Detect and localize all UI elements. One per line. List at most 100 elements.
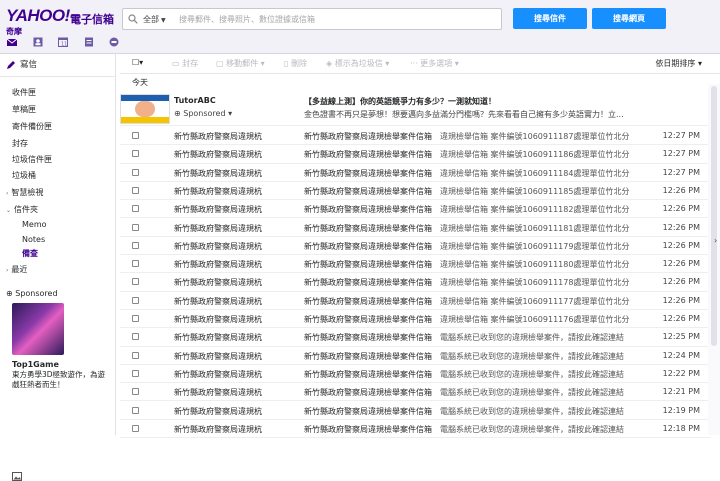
row-checkbox[interactable] (132, 132, 139, 139)
more-label: 更多選項 ▾ (420, 59, 459, 68)
sidebar-item-spam[interactable]: 垃圾信件匣 (12, 154, 52, 165)
delete-button[interactable]: ▯ 刪除 (284, 58, 307, 69)
sponsored-icon: ⊕ (6, 289, 16, 298)
row-time: 12:22 PM (662, 368, 700, 378)
row-subject: 新竹縣政府警察局違規檢舉案件信箱 (304, 406, 432, 416)
table-row[interactable]: 新竹縣政府警察局違規杭 新竹縣政府警察局違規檢舉案件信箱 違規檢舉信箱 案件編號10… (120, 219, 710, 237)
search-input[interactable] (179, 12, 495, 27)
table-row[interactable]: 新竹縣政府警察局違規杭 新竹縣政府警察局違規檢舉案件信箱 電腦系統已收到您的違規檢舉… (120, 328, 710, 347)
table-row[interactable]: 新竹縣政府警察局違規杭 新竹縣政府警察局違規檢舉案件信箱 違規檢舉信箱 案件編號10… (120, 182, 710, 201)
scrollbar[interactable] (708, 84, 720, 435)
table-row[interactable]: 新竹縣政府警察局違規杭 新竹縣政府警察局違規檢舉案件信箱 違規檢舉信箱 案件編號10… (120, 127, 710, 146)
row-checkbox[interactable] (132, 369, 139, 377)
image-icon[interactable] (12, 472, 22, 481)
sidebar-item-notes[interactable]: Notes (22, 235, 45, 244)
row-checkbox[interactable] (132, 150, 139, 158)
sidebar-ad-text[interactable]: 東方勇學3D極致遊作，為遊戲狂熱者而生！ (12, 370, 112, 390)
more-icon: ··· (410, 59, 421, 68)
contacts-icon[interactable] (32, 36, 44, 48)
sidebar-ad-image[interactable] (12, 303, 64, 355)
row-checkbox[interactable] (132, 186, 139, 194)
ad-thumbnail (120, 94, 170, 124)
row-checkbox[interactable] (132, 168, 139, 176)
search-mail-button[interactable]: 搜尋信件 (513, 8, 587, 29)
row-preview: 違規檢舉信箱 案件編號1060911181處理單位竹北分 (440, 223, 630, 233)
row-subject: 新竹縣政府警察局違規檢舉案件信箱 (304, 333, 432, 343)
folders-toggle[interactable]: ⌄ 信件夾 (6, 204, 38, 215)
row-checkbox[interactable] (132, 205, 139, 213)
row-checkbox[interactable] (132, 260, 139, 268)
table-row[interactable]: 新竹縣政府警察局違規杭 新竹縣政府警察局違規檢舉案件信箱 電腦系統已收到您的違規檢舉… (120, 420, 710, 439)
row-preview: 電腦系統已收到您的違規檢舉案件，請按此確認連結 (440, 406, 624, 416)
table-row[interactable]: 新竹縣政府警察局違規杭 新竹縣政府警察局違規檢舉案件信箱 違規檢舉信箱 案件編號10… (120, 310, 710, 329)
row-subject: 新竹縣政府警察局違規檢舉案件信箱 (304, 260, 432, 270)
row-sender: 新竹縣政府警察局違規杭 (174, 260, 262, 270)
row-subject: 新竹縣政府警察局違規檢舉案件信箱 (304, 278, 432, 288)
row-checkbox[interactable] (132, 223, 139, 231)
table-row[interactable]: 新竹縣政府警察局違規杭 新竹縣政府警察局違規檢舉案件信箱 違規檢舉信箱 案件編號10… (120, 255, 710, 274)
spam-button[interactable]: ◈ 標示為垃圾信 ▾ (326, 58, 389, 69)
row-checkbox[interactable] (132, 388, 139, 396)
row-preview: 電腦系統已收到您的違規檢舉案件，請按此確認連結 (440, 351, 624, 361)
more-options-button[interactable]: ··· 更多選項 ▾ (410, 58, 459, 69)
table-row[interactable]: 新竹縣政府警察局違規杭 新竹縣政府警察局違規檢舉案件信箱 違規檢舉信箱 案件編號10… (120, 145, 710, 164)
recent-label: 最近 (11, 265, 28, 274)
row-checkbox[interactable] (132, 315, 139, 322)
row-checkbox[interactable] (132, 296, 139, 304)
sidebar-item-inbox[interactable]: 收件匣 (12, 87, 36, 98)
row-checkbox[interactable] (132, 241, 139, 249)
notepad-icon[interactable] (83, 36, 95, 48)
recent-toggle[interactable]: › 最近 (6, 264, 27, 275)
archive-button[interactable]: ▭ 封存 (172, 58, 198, 69)
sidebar-item-sent[interactable]: 寄件備份匣 (12, 121, 52, 132)
sponsored-message-row[interactable]: TutorABC ⊕ Sponsored ▾ 【多益線上測】你的英語競爭力有多少… (120, 92, 710, 126)
search-scope-dropdown[interactable]: 全部 ▼ (143, 14, 166, 25)
table-row[interactable]: 新竹縣政府警察局違規杭 新竹縣政府警察局違規檢舉案件信箱 電腦系統已收到您的違規檢舉… (120, 347, 710, 365)
table-row[interactable]: 新竹縣政府警察局違規杭 新竹縣政府警察局違規檢舉案件信箱 違規檢舉信箱 案件編號10… (120, 164, 710, 182)
chevron-right-icon[interactable]: › (714, 236, 717, 245)
table-row[interactable]: 新竹縣政府警察局違規杭 新竹縣政府警察局違規檢舉案件信箱 電腦系統已收到您的違規檢舉… (120, 383, 710, 402)
sidebar-item-trash[interactable]: 垃圾桶 (12, 170, 36, 181)
row-subject: 新竹縣政府警察局違規檢舉案件信箱 (304, 296, 432, 306)
row-checkbox[interactable] (132, 424, 139, 432)
table-row[interactable]: 新竹縣政府警察局違規杭 新竹縣政府警察局違規檢舉案件信箱 違規檢舉信箱 案件編號10… (120, 200, 710, 219)
sort-dropdown[interactable]: 依日期排序 ▾ (655, 58, 702, 69)
sidebar-ad-title[interactable]: Top1Game (12, 360, 59, 369)
table-row[interactable]: 新竹縣政府警察局違規杭 新竹縣政府警察局違規檢舉案件信箱 違規檢舉信箱 案件編號10… (120, 292, 710, 310)
move-button[interactable]: ▢ 移動郵件 ▾ (216, 58, 265, 69)
svg-text:11: 11 (61, 42, 67, 48)
ad-sponsored-dropdown[interactable]: ⊕ Sponsored ▾ (174, 109, 232, 118)
table-row[interactable]: 新竹縣政府警察局違規杭 新竹縣政府警察局違規檢舉案件信箱 電腦系統已收到您的違規檢舉… (120, 402, 710, 420)
select-all-checkbox[interactable]: ☐▾ (132, 58, 143, 67)
row-checkbox[interactable] (132, 351, 139, 359)
sidebar-item-reference[interactable]: 備查 (22, 248, 38, 259)
row-subject: 新竹縣政府警察局違規檢舉案件信箱 (304, 241, 432, 251)
pencil-icon (7, 60, 15, 69)
mail-icon[interactable] (6, 36, 18, 48)
sidebar-item-drafts[interactable]: 草稿匣 (12, 104, 36, 115)
row-sender: 新竹縣政府警察局違規杭 (174, 351, 262, 361)
table-row[interactable]: 新竹縣政府警察局違規杭 新竹縣政府警察局違規檢舉案件信箱 違規檢舉信箱 案件編號10… (120, 237, 710, 256)
sidebar-item-archive[interactable]: 封存 (12, 138, 28, 149)
search-web-button[interactable]: 搜尋網頁 (592, 8, 666, 29)
yahoo-logo[interactable]: YAHOO! 奇摩 電子信箱 (6, 6, 116, 36)
row-checkbox[interactable] (132, 333, 139, 341)
messenger-icon[interactable] (108, 36, 120, 48)
row-subject: 新竹縣政府警察局違規檢舉案件信箱 (304, 369, 432, 379)
app-icon-row: 11 (6, 36, 131, 50)
row-time: 12:25 PM (662, 332, 700, 342)
archive-icon: ▭ (172, 59, 183, 68)
scrollbar-thumb[interactable] (711, 86, 717, 346)
table-row[interactable]: 新竹縣政府警察局違規杭 新竹縣政府警察局違規檢舉案件信箱 違規檢舉信箱 案件編號10… (120, 273, 710, 292)
search-box[interactable]: 全部 ▼ (122, 8, 502, 30)
row-time: 12:27 PM (662, 131, 700, 140)
calendar-icon[interactable]: 11 (57, 36, 69, 48)
sidebar-divider (0, 76, 116, 77)
compose-button[interactable]: 寫信 (6, 58, 37, 70)
sidebar-item-memo[interactable]: Memo (22, 220, 47, 229)
table-row[interactable]: 新竹縣政府警察局違規杭 新竹縣政府警察局違規檢舉案件信箱 電腦系統已收到您的違規檢舉… (120, 365, 710, 384)
move-label: 移動郵件 ▾ (226, 59, 265, 68)
smart-views-toggle[interactable]: › 智慧檢視 (6, 187, 43, 198)
row-checkbox[interactable] (132, 406, 139, 414)
row-checkbox[interactable] (132, 278, 139, 286)
